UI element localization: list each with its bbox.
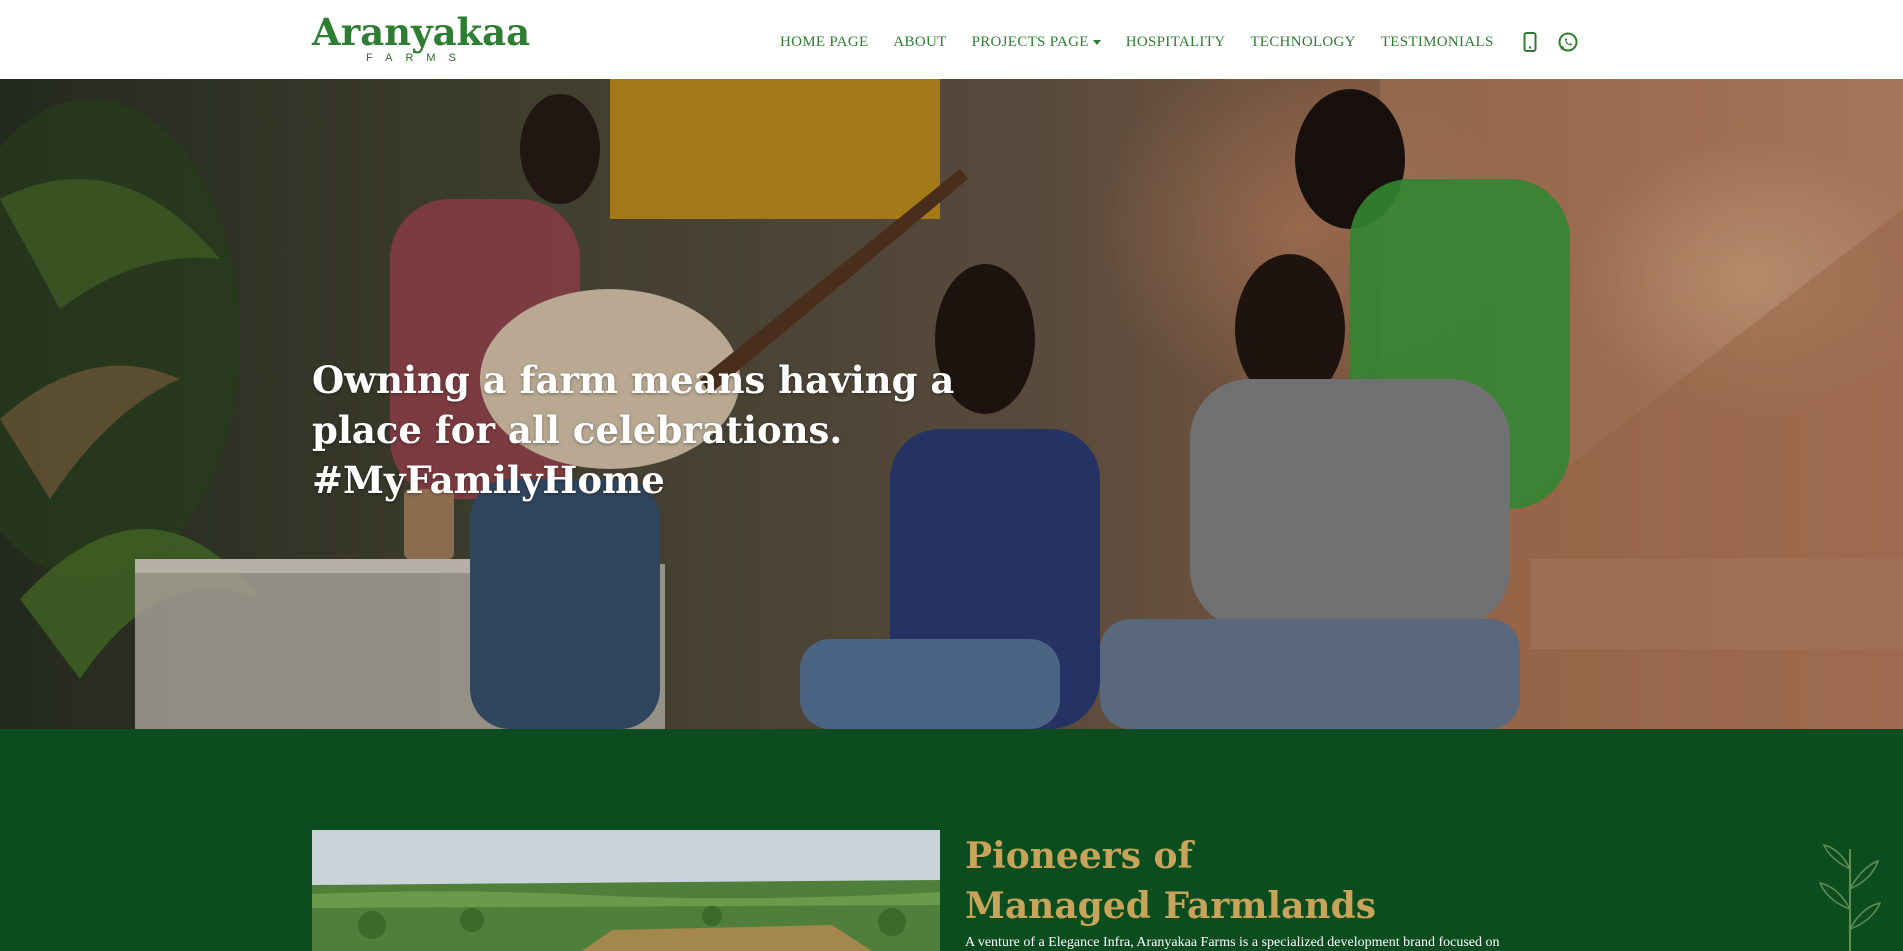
nav-technology[interactable]: TECHNOLOGY (1250, 34, 1356, 51)
farmland-photo (312, 830, 940, 951)
site-header: Aranyakaa FARMS HOME PAGE ABOUT PROJECTS… (0, 0, 1903, 79)
about-heading: Pioneers of Managed Farmlands (965, 831, 1376, 931)
about-section: Pioneers of Managed Farmlands A venture … (0, 729, 1903, 951)
brand-name: Aranyakaa (312, 10, 531, 54)
nav-hospitality[interactable]: HOSPITALITY (1126, 34, 1226, 51)
brand-logo[interactable]: Aranyakaa FARMS (312, 10, 531, 68)
nav-projects[interactable]: PROJECTS PAGE (972, 34, 1101, 51)
brand-subtitle: FARMS (366, 52, 469, 64)
hero-banner: Owning a farm means having a place for a… (0, 79, 1903, 729)
caret-down-icon (1092, 39, 1101, 45)
nav-about[interactable]: ABOUT (893, 34, 946, 51)
about-intro: A venture of a Elegance Infra, Aranyakaa… (965, 935, 1500, 950)
leaf-decoration-icon (1818, 843, 1882, 951)
main-nav: HOME PAGE ABOUT PROJECTS PAGE HOSPITALIT… (780, 31, 1595, 53)
whatsapp-icon[interactable] (1557, 31, 1579, 53)
nav-projects-label: PROJECTS PAGE (971, 33, 1089, 50)
nav-testimonials[interactable]: TESTIMONIALS (1381, 34, 1494, 51)
hero-headline: Owning a farm means having a place for a… (312, 358, 955, 502)
about-heading-line1: Pioneers of (965, 835, 1194, 877)
nav-home[interactable]: HOME PAGE (780, 34, 868, 51)
about-heading-line2: Managed Farmlands (965, 885, 1377, 927)
phone-icon[interactable] (1519, 31, 1541, 53)
